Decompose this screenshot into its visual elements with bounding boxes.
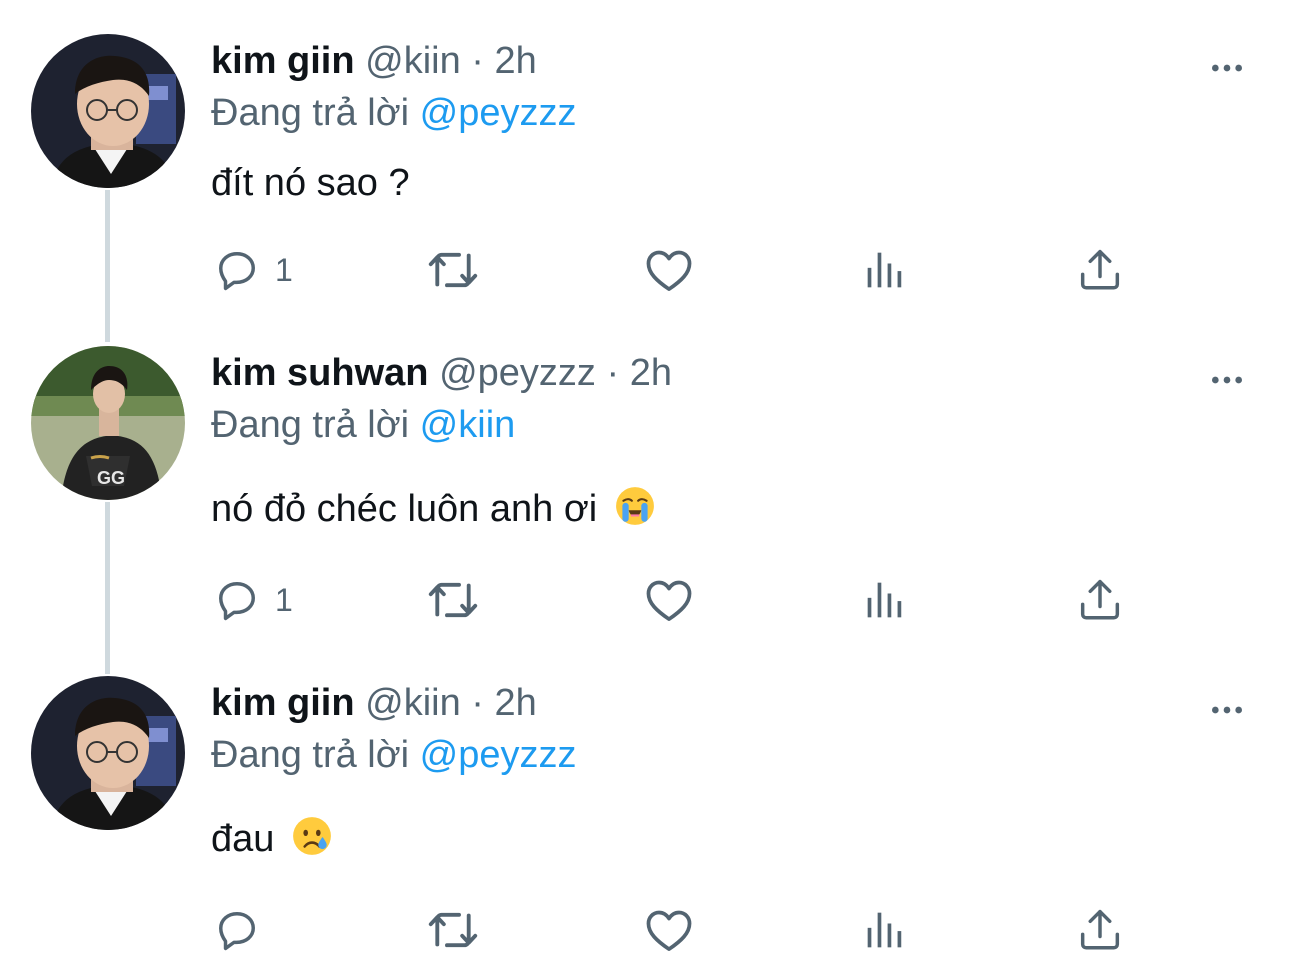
tweet-actions (211, 902, 1141, 958)
replying-prefix: Đang trả lời (211, 92, 410, 134)
share-button[interactable] (1074, 572, 1126, 628)
tweet-text: nó đỏ chéc luôn anh ơi (211, 484, 656, 534)
more-horizontal-icon (1207, 48, 1247, 88)
avatar[interactable] (31, 346, 185, 500)
replying-prefix: Đang trả lời (211, 404, 410, 446)
timestamp[interactable]: 2h (495, 40, 537, 82)
avatar[interactable] (31, 676, 185, 830)
replying-to: Đang trả lời @kiin (211, 400, 515, 450)
bar-chart-icon (859, 904, 911, 956)
speech-bubble-icon (211, 904, 263, 956)
replying-to: Đang trả lời @peyzzz (211, 730, 577, 780)
tweet-header: kim giin @kiin · 2h (211, 36, 537, 86)
share-upload-icon (1074, 904, 1126, 956)
retweet-button[interactable] (424, 572, 482, 628)
heart-icon (641, 572, 697, 628)
separator-dot: · (471, 682, 484, 724)
mention-link[interactable]: @kiin (420, 404, 516, 446)
tweet-header: kim giin @kiin · 2h (211, 678, 537, 728)
display-name[interactable]: kim suhwan (211, 352, 429, 394)
views-button[interactable] (859, 902, 911, 958)
share-button[interactable] (1074, 242, 1126, 298)
share-upload-icon (1074, 574, 1126, 626)
user-handle[interactable]: @peyzzz (439, 352, 596, 394)
separator-dot: · (471, 40, 484, 82)
speech-bubble-icon (211, 574, 263, 626)
crying-face-emoji (291, 815, 333, 857)
user-handle[interactable]: @kiin (365, 40, 461, 82)
views-button[interactable] (859, 242, 911, 298)
thread-connector-line (105, 502, 110, 674)
avatar[interactable] (31, 34, 185, 188)
reply-thread: kim giin @kiin · 2h Đang trả lời @peyzzz… (0, 0, 1290, 967)
replying-prefix: Đang trả lời (211, 734, 410, 776)
more-options-button[interactable] (1207, 48, 1247, 88)
heart-icon (641, 242, 697, 298)
more-horizontal-icon (1207, 360, 1247, 400)
more-horizontal-icon (1207, 690, 1247, 730)
retweet-icon (424, 571, 482, 629)
mention-link[interactable]: @peyzzz (420, 92, 577, 134)
share-button[interactable] (1074, 902, 1126, 958)
like-button[interactable] (641, 902, 697, 958)
loudly-crying-face-emoji (614, 485, 656, 527)
bar-chart-icon (859, 244, 911, 296)
reply-button[interactable]: 1 (211, 572, 293, 628)
display-name[interactable]: kim giin (211, 682, 355, 724)
timestamp[interactable]: 2h (630, 352, 672, 394)
reply-count: 1 (275, 251, 293, 288)
like-button[interactable] (641, 242, 697, 298)
bar-chart-icon (859, 574, 911, 626)
reply-button[interactable] (211, 902, 275, 958)
retweet-icon (424, 901, 482, 959)
avatar-image (31, 676, 185, 830)
tweet-text: đau (211, 814, 333, 864)
retweet-icon (424, 241, 482, 299)
tweet-text: đít nó sao ? (211, 158, 410, 208)
tweet-text-content: nó đỏ chéc luôn anh ơi (211, 488, 598, 530)
reply-button[interactable]: 1 (211, 242, 293, 298)
tweet-header: kim suhwan @peyzzz · 2h (211, 348, 672, 398)
more-options-button[interactable] (1207, 360, 1247, 400)
heart-icon (641, 902, 697, 958)
like-button[interactable] (641, 572, 697, 628)
replying-to: Đang trả lời @peyzzz (211, 88, 577, 138)
separator-dot: · (606, 352, 620, 394)
tweet-actions: 1 (211, 242, 1141, 298)
user-handle[interactable]: @kiin (365, 682, 461, 724)
display-name[interactable]: kim giin (211, 40, 355, 82)
thread-connector-line (105, 190, 110, 342)
more-options-button[interactable] (1207, 690, 1247, 730)
reply-count: 1 (275, 581, 293, 618)
avatar-image (31, 34, 185, 188)
views-button[interactable] (859, 572, 911, 628)
timestamp[interactable]: 2h (495, 682, 537, 724)
avatar-image (31, 346, 185, 500)
tweet-text-content: đau (211, 818, 275, 860)
tweet-actions: 1 (211, 572, 1141, 628)
retweet-button[interactable] (424, 902, 482, 958)
speech-bubble-icon (211, 244, 263, 296)
share-upload-icon (1074, 244, 1126, 296)
tweet-text-content: đít nó sao ? (211, 162, 410, 204)
mention-link[interactable]: @peyzzz (420, 734, 577, 776)
retweet-button[interactable] (424, 242, 482, 298)
